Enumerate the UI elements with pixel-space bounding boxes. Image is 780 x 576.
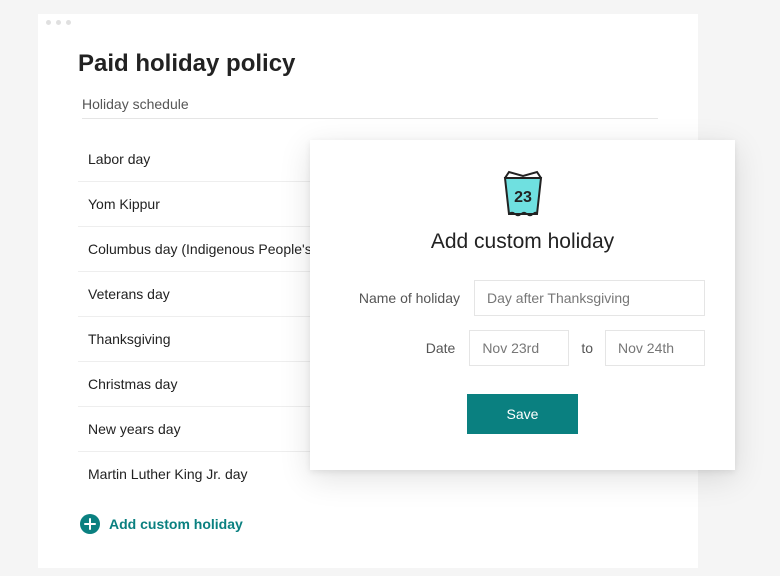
calendar-day-number: 23: [514, 189, 532, 206]
add-custom-holiday-link[interactable]: Add custom holiday: [78, 510, 658, 538]
section-label: Holiday schedule: [82, 96, 658, 119]
holiday-name-input[interactable]: [474, 280, 705, 316]
date-to-label: to: [581, 340, 593, 356]
window-traffic-lights: [46, 20, 71, 25]
calendar-icon: 23: [340, 170, 705, 220]
date-from-input[interactable]: [469, 330, 569, 366]
add-custom-holiday-dialog: 23 Add custom holiday Name of holiday Da…: [310, 140, 735, 470]
save-button[interactable]: Save: [467, 394, 579, 434]
plus-circle-icon: [80, 514, 100, 534]
date-label: Date: [335, 340, 455, 356]
date-to-input[interactable]: [605, 330, 705, 366]
page-title: Paid holiday policy: [78, 50, 658, 78]
add-holiday-label: Add custom holiday: [109, 516, 243, 532]
name-of-holiday-label: Name of holiday: [340, 290, 460, 306]
dialog-title: Add custom holiday: [340, 230, 705, 254]
